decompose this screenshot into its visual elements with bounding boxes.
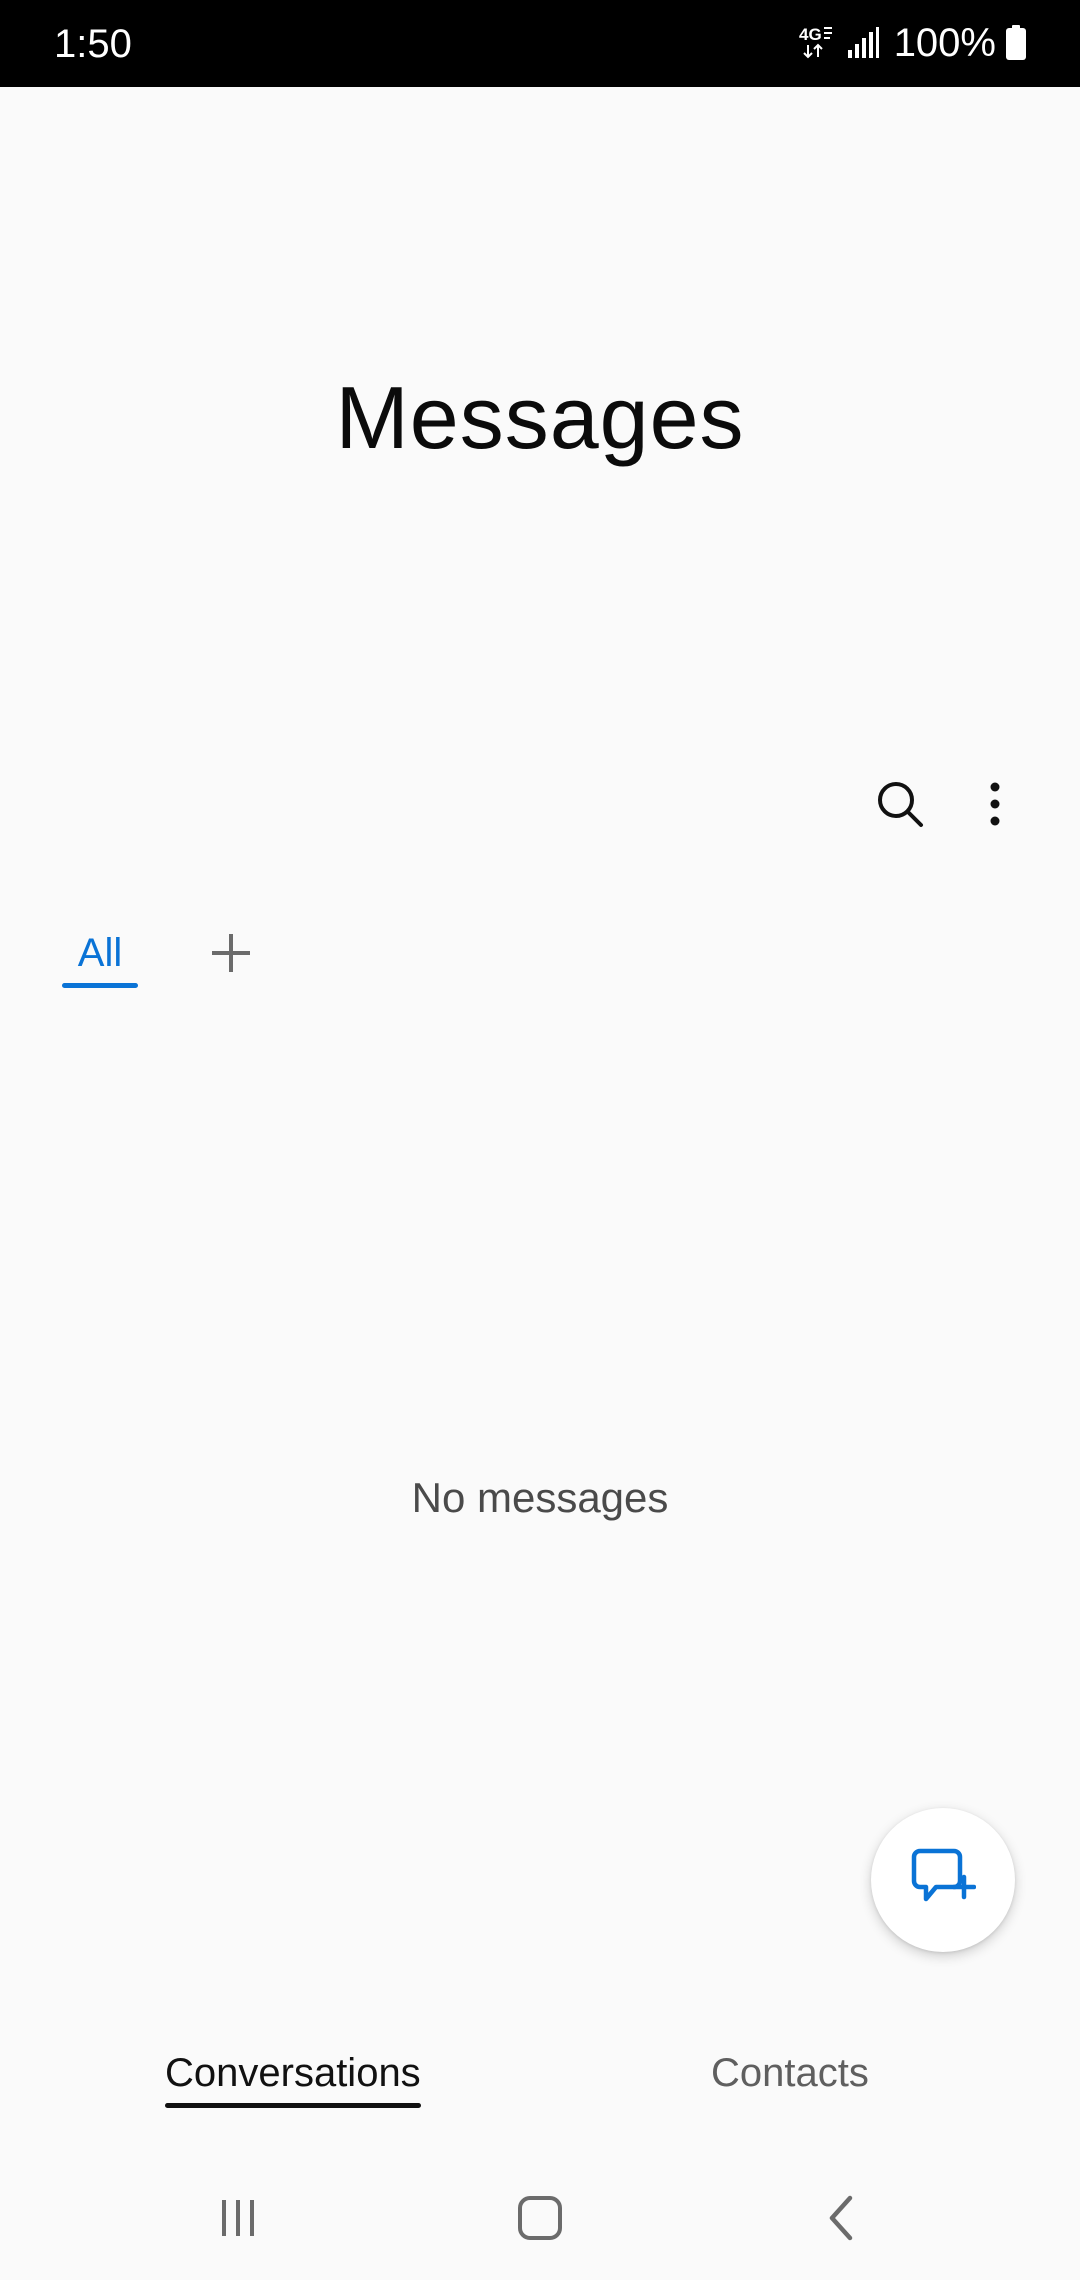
messages-screen: 1:50 4G 100% Messages All No messages Co…: [0, 0, 1080, 2280]
svg-text:4G: 4G: [799, 25, 822, 44]
tab-conversations[interactable]: Conversations: [165, 2048, 421, 2108]
tab-selected-indicator: [62, 983, 138, 988]
recents-button[interactable]: [198, 2180, 278, 2260]
recents-icon: [216, 2196, 260, 2245]
empty-state-text: No messages: [411, 1474, 669, 1521]
home-button[interactable]: [500, 2180, 580, 2260]
tab-contacts-label: Contacts: [711, 2051, 869, 2095]
more-options-icon: [985, 779, 1005, 834]
status-bar: 1:50 4G 100%: [0, 0, 1080, 87]
new-message-button[interactable]: [871, 1808, 1015, 1952]
4g-lte-icon: 4G: [798, 23, 838, 63]
back-button[interactable]: [802, 2180, 882, 2260]
back-icon: [822, 2194, 862, 2247]
battery-percent: 100%: [893, 21, 996, 65]
new-message-icon: [910, 1847, 977, 1914]
search-button[interactable]: [860, 766, 940, 846]
add-filter-button[interactable]: [204, 928, 258, 982]
plus-icon: [210, 932, 252, 979]
tab-all-label: All: [77, 931, 123, 975]
home-icon: [516, 2194, 564, 2247]
battery-icon: [1004, 25, 1028, 61]
status-time: 1:50: [54, 22, 132, 66]
page-title: Messages: [335, 368, 745, 467]
tab-conversations-indicator: [165, 2103, 421, 2108]
search-icon: [874, 778, 926, 835]
status-icons: 4G 100%: [798, 18, 1028, 68]
more-options-button[interactable]: [955, 766, 1035, 846]
signal-strength-icon: [846, 26, 880, 60]
tab-contacts[interactable]: Contacts: [711, 2048, 869, 2108]
tab-all[interactable]: All: [62, 928, 138, 988]
tab-conversations-label: Conversations: [165, 2051, 421, 2095]
